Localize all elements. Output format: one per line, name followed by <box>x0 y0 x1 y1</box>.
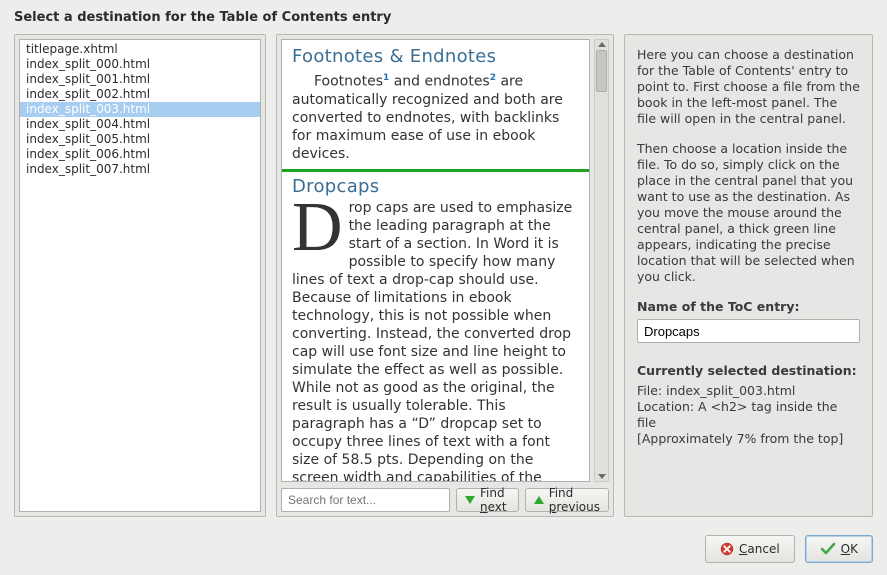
insertion-indicator <box>282 169 589 172</box>
cancel-label: Cancel <box>739 542 780 556</box>
help-paragraph-2: Then choose a location inside the file. … <box>637 141 860 285</box>
file-row[interactable]: index_split_004.html <box>20 117 260 132</box>
paragraph-footnotes: Footnotes1 and endnotes2 are automatical… <box>292 69 579 163</box>
destination-label: Currently selected destination: <box>637 363 860 379</box>
file-list[interactable]: titlepage.xhtmlindex_split_000.htmlindex… <box>19 39 261 512</box>
destination-block: Currently selected destination: File: in… <box>637 363 860 447</box>
triangle-up-icon <box>534 496 544 504</box>
file-row[interactable]: index_split_007.html <box>20 162 260 177</box>
scroll-down-icon[interactable] <box>598 474 606 479</box>
file-row[interactable]: index_split_003.html <box>20 102 260 117</box>
file-row[interactable]: index_split_000.html <box>20 57 260 72</box>
main-area: titlepage.xhtmlindex_split_000.htmlindex… <box>14 34 873 517</box>
find-previous-button[interactable]: Find previous <box>525 488 609 512</box>
dialog-title: Select a destination for the Table of Co… <box>0 0 887 31</box>
file-row[interactable]: titlepage.xhtml <box>20 42 260 57</box>
dialog-button-bar: Cancel OK <box>705 535 873 563</box>
preview-panel: Footnotes & Endnotes Footnotes1 and endn… <box>276 34 614 517</box>
destination-approx: [Approximately 7% from the top] <box>637 431 860 447</box>
file-row[interactable]: index_split_006.html <box>20 147 260 162</box>
dropcap-letter: D <box>292 199 349 257</box>
heading-dropcaps: Dropcaps <box>292 176 579 197</box>
scroll-up-icon[interactable] <box>598 42 606 47</box>
file-row[interactable]: index_split_005.html <box>20 132 260 147</box>
ok-label: OK <box>841 542 858 556</box>
find-next-button[interactable]: Find next <box>456 488 519 512</box>
toc-name-label: Name of the ToC entry: <box>637 299 860 315</box>
preview-content[interactable]: Footnotes & Endnotes Footnotes1 and endn… <box>281 39 590 482</box>
help-panel: Here you can choose a destination for th… <box>624 34 873 517</box>
find-previous-label: Find previous <box>549 486 600 514</box>
ok-button[interactable]: OK <box>805 535 873 563</box>
cancel-icon <box>720 542 734 556</box>
cancel-button[interactable]: Cancel <box>705 535 795 563</box>
triangle-down-icon <box>465 496 475 504</box>
ok-icon <box>820 542 836 556</box>
search-input[interactable] <box>281 488 450 512</box>
search-row: Find next Find previous <box>281 488 609 512</box>
file-list-panel: titlepage.xhtmlindex_split_000.htmlindex… <box>14 34 266 517</box>
preview-scrollbar[interactable] <box>594 39 609 482</box>
heading-footnotes: Footnotes & Endnotes <box>292 46 579 67</box>
paragraph-dropcaps: Drop caps are used to emphasize the lead… <box>292 199 579 482</box>
file-row[interactable]: index_split_001.html <box>20 72 260 87</box>
find-next-label: Find next <box>480 486 510 514</box>
destination-file: File: index_split_003.html <box>637 383 860 399</box>
toc-name-input[interactable] <box>637 319 860 343</box>
file-row[interactable]: index_split_002.html <box>20 87 260 102</box>
scroll-thumb[interactable] <box>596 50 607 92</box>
destination-location: Location: A <h2> tag inside the file <box>637 399 860 431</box>
help-paragraph-1: Here you can choose a destination for th… <box>637 47 860 127</box>
